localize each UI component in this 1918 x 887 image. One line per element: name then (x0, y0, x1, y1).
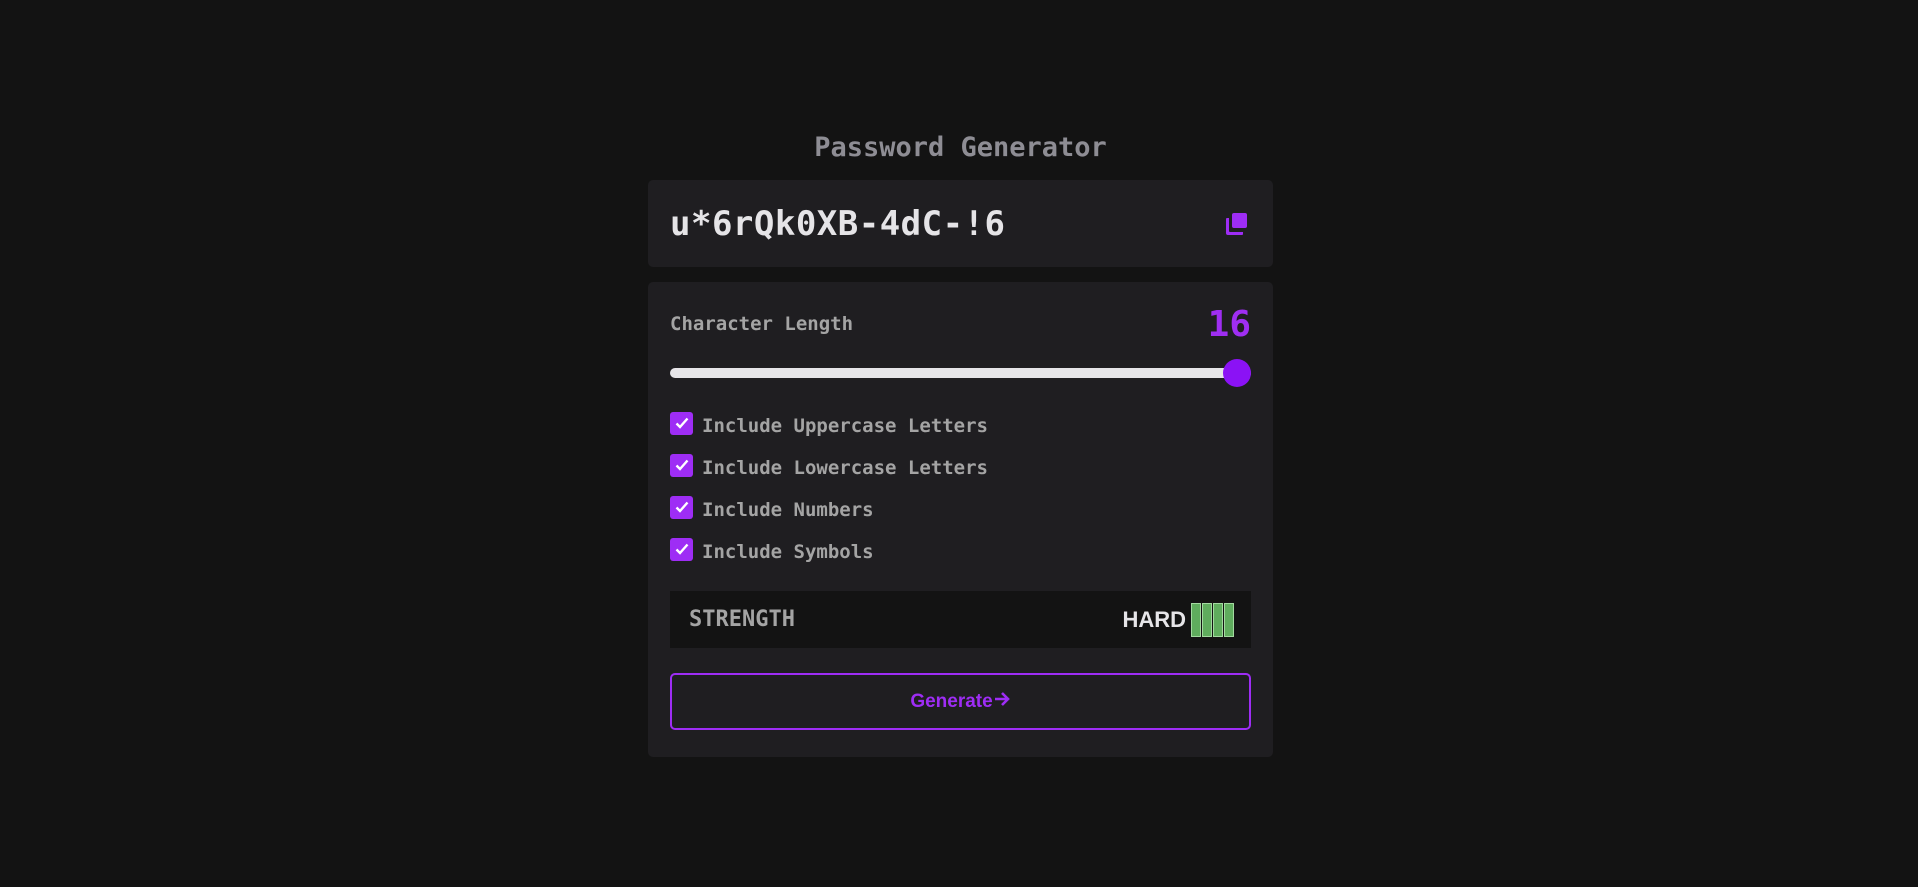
strength-bar (1213, 602, 1223, 637)
option-label: Include Symbols (702, 541, 874, 563)
copy-icon (1226, 212, 1247, 235)
numbers-checkbox[interactable] (670, 495, 693, 519)
strength-label: STRENGTH (689, 607, 795, 632)
slider-thumb[interactable] (1223, 359, 1251, 387)
option-label: Include Numbers (702, 499, 874, 521)
option-symbols[interactable]: Include Symbols (670, 531, 1251, 573)
length-value: 16 (1207, 303, 1251, 345)
checkmark-icon (675, 417, 688, 429)
strength-meter: STRENGTH HARD (670, 591, 1251, 648)
generate-button[interactable]: Generate (670, 673, 1251, 730)
length-row: Character Length 16 (670, 303, 1251, 345)
page-title: Password Generator (814, 132, 1107, 163)
option-lowercase[interactable]: Include Lowercase Letters (670, 447, 1251, 489)
strength-bar (1202, 602, 1212, 637)
slider-track[interactable] (670, 368, 1251, 378)
password-generator-app: Password Generator u*6rQk0XB-4dC-!6 Char… (648, 128, 1273, 757)
copy-button[interactable] (1223, 210, 1251, 238)
strength-bar (1191, 602, 1201, 637)
length-label: Character Length (670, 313, 854, 335)
length-slider[interactable] (670, 358, 1251, 388)
options-list: Include Uppercase Letters Include Lowerc… (670, 405, 1251, 573)
checkmark-icon (675, 543, 688, 555)
checkmark-icon (675, 501, 688, 513)
lowercase-checkbox[interactable] (670, 453, 693, 477)
option-numbers[interactable]: Include Numbers (670, 489, 1251, 531)
generated-password[interactable]: u*6rQk0XB-4dC-!6 (670, 204, 1006, 244)
strength-bar (1224, 602, 1234, 637)
uppercase-checkbox[interactable] (670, 411, 693, 435)
strength-indicator: HARD (1122, 602, 1234, 637)
arrow-right-icon (994, 690, 1011, 713)
option-label: Include Uppercase Letters (702, 415, 988, 437)
password-output-card: u*6rQk0XB-4dC-!6 (648, 180, 1273, 267)
symbols-checkbox[interactable] (670, 537, 693, 561)
strength-level: HARD (1122, 606, 1186, 632)
generate-label: Generate (910, 690, 993, 712)
option-label: Include Lowercase Letters (702, 457, 988, 479)
settings-panel: Character Length 16 Include Uppercase Le… (648, 282, 1273, 757)
option-uppercase[interactable]: Include Uppercase Letters (670, 405, 1251, 447)
checkmark-icon (675, 459, 688, 471)
